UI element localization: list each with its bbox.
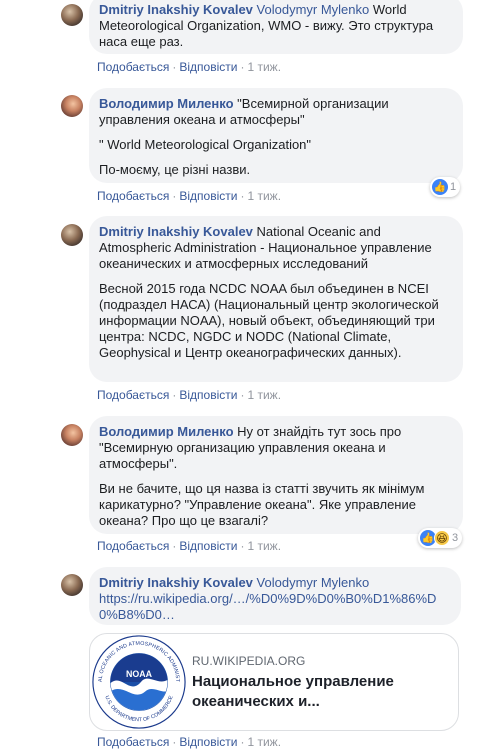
comment-actions: Подобається · Відповісти · 1 тиж. (97, 735, 282, 749)
comment-bubble: Dmitriy Inakshiy Kovalev Volodymyr Mylen… (89, 567, 461, 625)
author-name[interactable]: Володимир Миленко (99, 96, 234, 111)
noaa-logo: NATIONAL OCEANIC AND ATMOSPHERIC ADMINIS… (90, 634, 188, 730)
reaction-count: 1 (450, 181, 457, 193)
reply-button[interactable]: Відповісти (179, 735, 237, 749)
comment-text: Весной 2015 года NCDC NOAA был объединен… (99, 281, 439, 360)
comment-bubble: Dmitriy Inakshiy Kovalev National Oceani… (89, 216, 463, 382)
timestamp[interactable]: 1 тиж. (247, 60, 281, 74)
avatar[interactable] (61, 4, 83, 26)
comment-bubble: Володимир Миленко "Всемирной организации… (89, 88, 463, 183)
svg-text:NOAA: NOAA (126, 669, 153, 679)
like-button[interactable]: Подобається (97, 735, 169, 749)
comment-actions: Подобається · Відповісти · 1 тиж. (97, 60, 282, 74)
like-button[interactable]: Подобається (97, 60, 169, 74)
tagged-user[interactable]: Volodymyr Mylenko (257, 2, 370, 17)
like-icon: 👍 (432, 179, 448, 195)
haha-icon: 😆 (434, 530, 450, 546)
like-button[interactable]: Подобається (97, 388, 169, 402)
link-preview-card[interactable]: NATIONAL OCEANIC AND ATMOSPHERIC ADMINIS… (89, 633, 459, 731)
timestamp[interactable]: 1 тиж. (247, 539, 281, 553)
comment-text: По-моєму, це різні назви. (99, 162, 251, 177)
comment-actions: Подобається · Відповісти · 1 тиж. (97, 539, 282, 553)
author-name[interactable]: Dmitriy Inakshiy Kovalev (99, 575, 253, 590)
author-name[interactable]: Dmitriy Inakshiy Kovalev (99, 224, 253, 239)
timestamp[interactable]: 1 тиж. (247, 189, 281, 203)
tagged-user[interactable]: Volodymyr Mylenko (257, 575, 370, 590)
author-name[interactable]: Dmitriy Inakshiy Kovalev (99, 2, 253, 17)
avatar[interactable] (61, 224, 83, 246)
link-url[interactable]: https://ru.wikipedia.org/…/%D0%9D%D0%B0%… (99, 591, 451, 623)
avatar[interactable] (61, 424, 83, 446)
reply-button[interactable]: Відповісти (179, 539, 237, 553)
reply-button[interactable]: Відповісти (179, 189, 237, 203)
like-button[interactable]: Подобається (97, 189, 169, 203)
avatar[interactable] (61, 574, 83, 596)
comment-bubble: Dmitriy Inakshiy Kovalev Volodymyr Mylen… (89, 0, 463, 54)
author-name[interactable]: Володимир Миленко (99, 424, 234, 439)
comment-actions: Подобається · Відповісти · 1 тиж. (97, 189, 282, 203)
link-title[interactable]: Национальное управление океанических и..… (192, 672, 458, 712)
comment-text: " World Meteorological Organization" (99, 137, 312, 152)
timestamp[interactable]: 1 тиж. (247, 388, 281, 402)
comment-text: Ви не бачите, що ця назва із статті звуч… (99, 481, 425, 528)
comment-actions: Подобається · Відповісти · 1 тиж. (97, 388, 282, 402)
reactions-summary[interactable]: 👍 1 (430, 177, 461, 197)
reactions-summary[interactable]: 👍 😆 3 (418, 528, 463, 548)
like-button[interactable]: Подобається (97, 539, 169, 553)
avatar[interactable] (61, 95, 83, 117)
timestamp[interactable]: 1 тиж. (247, 735, 281, 749)
reaction-count: 3 (452, 532, 459, 544)
link-domain: RU.WIKIPEDIA.ORG (192, 653, 306, 668)
comment-bubble: Володимир Миленко Ну от знайдіть тут зос… (89, 416, 463, 534)
reply-button[interactable]: Відповісти (179, 60, 237, 74)
reply-button[interactable]: Відповісти (179, 388, 237, 402)
